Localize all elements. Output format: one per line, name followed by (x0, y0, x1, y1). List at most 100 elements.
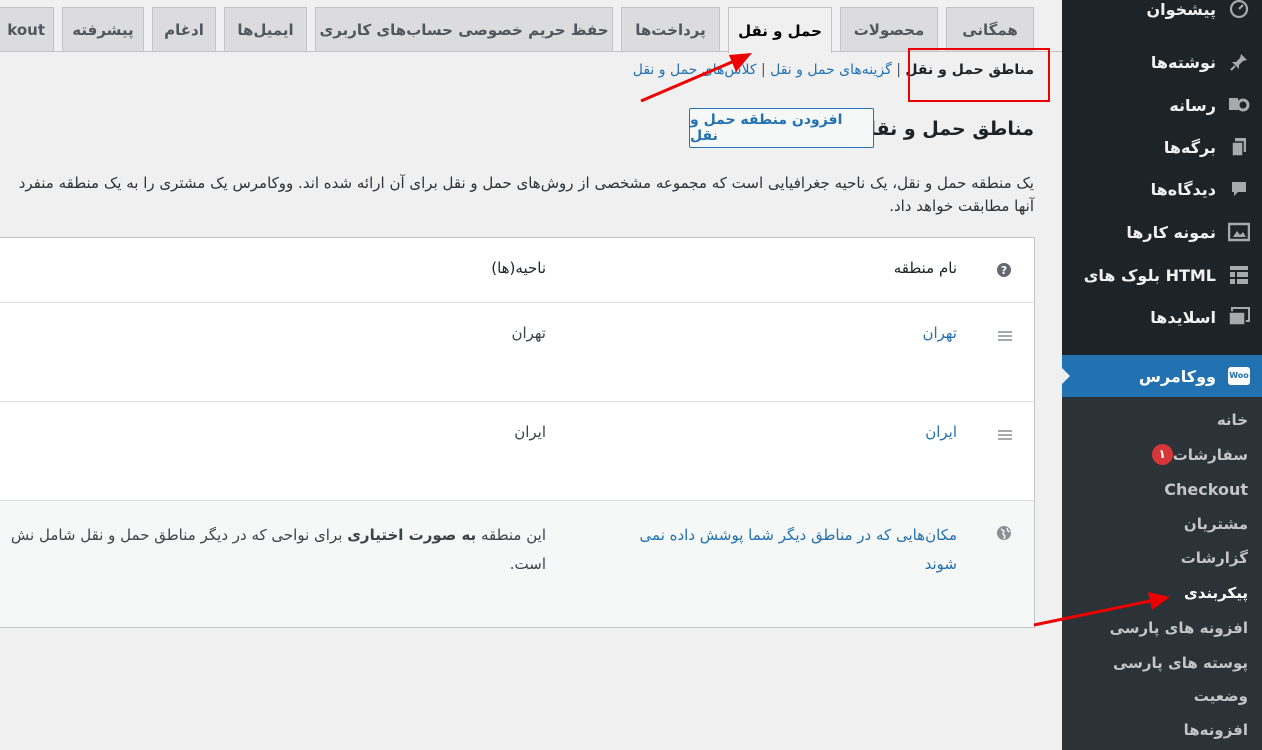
menu-woocommerce-label: ووکامرس (1138, 366, 1216, 386)
menu-media-label: رسانه (1169, 95, 1216, 115)
tab-shipping[interactable]: حمل و نقل (728, 7, 832, 53)
shipping-zones-table: ? نام منطقه ناحیه(ها) تهران تهران ایران … (0, 237, 1035, 628)
tab-general[interactable]: همگانی (946, 7, 1034, 51)
menu-slides[interactable]: اسلایدها (1062, 296, 1262, 338)
description-line-1: یک منطقه حمل و نقل، یک ناحیه جغرافیایی ا… (18, 174, 1034, 192)
rest-desc-line-2: است. (509, 555, 546, 573)
rest-desc-bold: به صورت اختیاری (347, 526, 477, 544)
tab-advanced[interactable]: پیشرفته (62, 7, 144, 51)
submenu-orders-label: سفارشات (1172, 445, 1248, 464)
breadcrumb-separator: | (896, 62, 901, 78)
submenu-persian-themes[interactable]: پوسته های پارسی (1113, 654, 1248, 672)
submenu-home-label: خانه (1216, 411, 1248, 429)
orders-count-badge: ۱ (1151, 444, 1173, 465)
menu-slides-label: اسلایدها (1150, 307, 1216, 327)
woo-icon-text: Woo (1228, 367, 1250, 385)
tab-general-label: همگانی (962, 20, 1018, 39)
menu-pages-label: برگه‌ها (1163, 137, 1216, 157)
tab-integration[interactable]: ادغام (152, 7, 216, 51)
admin-sidebar: پیشخوان نوشته‌ها رسانه برگه‌ها دیدگاه‌ها… (1061, 0, 1262, 750)
submenu-reports-label: گزارشات (1180, 549, 1248, 567)
tabs-divider (0, 51, 1062, 52)
submenu-extensions[interactable]: افزونه‌ها (1184, 721, 1248, 739)
dashboard-icon (1228, 0, 1250, 20)
menu-posts-label: نوشته‌ها (1150, 52, 1216, 72)
submenu-checkout-label: Checkout (1164, 480, 1248, 499)
col-regions: ناحیه(ها) (491, 259, 546, 277)
pages-icon (1228, 136, 1250, 158)
submenu-persian-plugins[interactable]: افزونه های پارسی (1110, 619, 1248, 637)
rest-name-line-1: مکان‌هایی که در مناطق دیگر شما پوشش داده… (639, 526, 957, 544)
submenu-customers[interactable]: مشتریان (1184, 515, 1248, 533)
tab-emails-label: ایمیل‌ها (237, 20, 294, 39)
menu-portfolio-label: نمونه کارها (1126, 222, 1216, 242)
svg-text:?: ? (1001, 264, 1007, 277)
submenu-customers-label: مشتریان (1183, 515, 1248, 533)
description-line-2: آنها مطابقت خواهد داد. (889, 197, 1034, 215)
tab-payments-label: پرداخت‌ها (635, 20, 706, 39)
media-icon (1228, 94, 1250, 116)
rest-of-world-row[interactable]: مکان‌هایی که در مناطق دیگر شما پوشش داده… (0, 501, 1034, 627)
zone-name-link[interactable]: ایران (925, 423, 957, 441)
submenu-checkout[interactable]: Checkout (1164, 480, 1248, 499)
menu-media[interactable]: رسانه (1062, 84, 1262, 126)
tab-privacy[interactable]: حفظ حریم خصوصی حساب‌های کاربری (315, 7, 613, 51)
submenu-persian-themes-label: پوسته های پارسی (1112, 654, 1248, 672)
table-row[interactable]: ایران ایران (0, 402, 1034, 501)
menu-pages[interactable]: برگه‌ها (1062, 126, 1262, 168)
submenu-extensions-label: افزونه‌ها (1183, 721, 1248, 739)
table-row[interactable]: تهران تهران (0, 303, 1034, 402)
menu-comments[interactable]: دیدگاه‌ها (1062, 168, 1262, 210)
submenu-persian-plugins-label: افزونه های پارسی (1109, 619, 1248, 637)
menu-posts[interactable]: نوشته‌ها (1062, 41, 1262, 83)
table-header: ? نام منطقه ناحیه(ها) (0, 238, 1034, 303)
submenu-settings-label: پیکربندی (1184, 584, 1248, 602)
add-shipping-zone-button[interactable]: افزودن منطقه حمل و نقل (689, 108, 874, 148)
tab-checkout[interactable]: kout (0, 7, 54, 51)
tab-payments[interactable]: پرداخت‌ها (621, 7, 720, 51)
breadcrumb-shipping-classes-link[interactable]: کلاس‌های حمل و نقل (633, 62, 757, 78)
drag-handle-icon[interactable] (998, 331, 1012, 341)
tab-products[interactable]: محصولات (840, 7, 938, 51)
pin-icon (1228, 51, 1250, 73)
highlight-box (908, 48, 1050, 102)
current-menu-arrow (1061, 367, 1070, 385)
rest-name-line-2: شوند (924, 555, 957, 573)
tab-checkout-label: kout (7, 20, 45, 39)
rest-desc-prefix: این منطقه (480, 526, 546, 544)
menu-html-blocks[interactable]: بلوک های HTML (1062, 254, 1262, 296)
zone-region: تهران (511, 324, 546, 342)
breadcrumb-shipping-options-link[interactable]: گزینه‌های حمل و نقل (770, 62, 892, 78)
page-title: مناطق حمل و نقل (859, 118, 1035, 140)
tab-emails[interactable]: ایمیل‌ها (224, 7, 307, 51)
submenu-orders[interactable]: ۱ سفارشات (1144, 444, 1248, 465)
col-zone-name: نام منطقه (893, 259, 957, 277)
rest-of-world-link[interactable]: مکان‌هایی که در مناطق دیگر شما پوشش داده… (640, 521, 957, 579)
submenu-reports[interactable]: گزارشات (1181, 549, 1248, 567)
woo-icon: Woo (1228, 365, 1250, 387)
tab-products-label: محصولات (853, 20, 925, 39)
globe-icon (996, 525, 1012, 545)
rest-of-world-description: این منطقه به صورت اختیاری برای نواحی که … (11, 521, 546, 579)
portfolio-icon (1228, 221, 1250, 243)
rest-desc-suffix: برای نواحی که در دیگر مناطق حمل و نقل شا… (10, 526, 343, 544)
breadcrumb-separator: | (760, 62, 766, 78)
menu-dashboard-label: پیشخوان (1146, 0, 1216, 19)
page-description: یک منطقه حمل و نقل، یک ناحیه جغرافیایی ا… (0, 172, 1034, 218)
submenu-status-label: وضعیت (1193, 687, 1248, 705)
drag-handle-icon[interactable] (998, 430, 1012, 440)
tab-privacy-label: حفظ حریم خصوصی حساب‌های کاربری (319, 20, 609, 39)
zone-name-link[interactable]: تهران (922, 324, 957, 342)
woocommerce-submenu: خانه ۱ سفارشات Checkout مشتریان گزارشات … (1062, 397, 1262, 750)
submenu-settings[interactable]: پیکربندی (1184, 584, 1248, 602)
submenu-status[interactable]: وضعیت (1194, 687, 1248, 705)
menu-portfolio[interactable]: نمونه کارها (1062, 211, 1262, 253)
menu-dashboard[interactable]: پیشخوان (1062, 0, 1262, 30)
menu-woocommerce[interactable]: ووکامرس Woo (1061, 355, 1262, 397)
menu-html-blocks-label: بلوک های HTML (1083, 265, 1216, 285)
comment-icon (1228, 178, 1250, 200)
blocks-icon (1228, 264, 1250, 286)
slides-icon (1228, 306, 1250, 328)
help-icon[interactable]: ? (996, 262, 1012, 282)
submenu-home[interactable]: خانه (1217, 411, 1248, 429)
